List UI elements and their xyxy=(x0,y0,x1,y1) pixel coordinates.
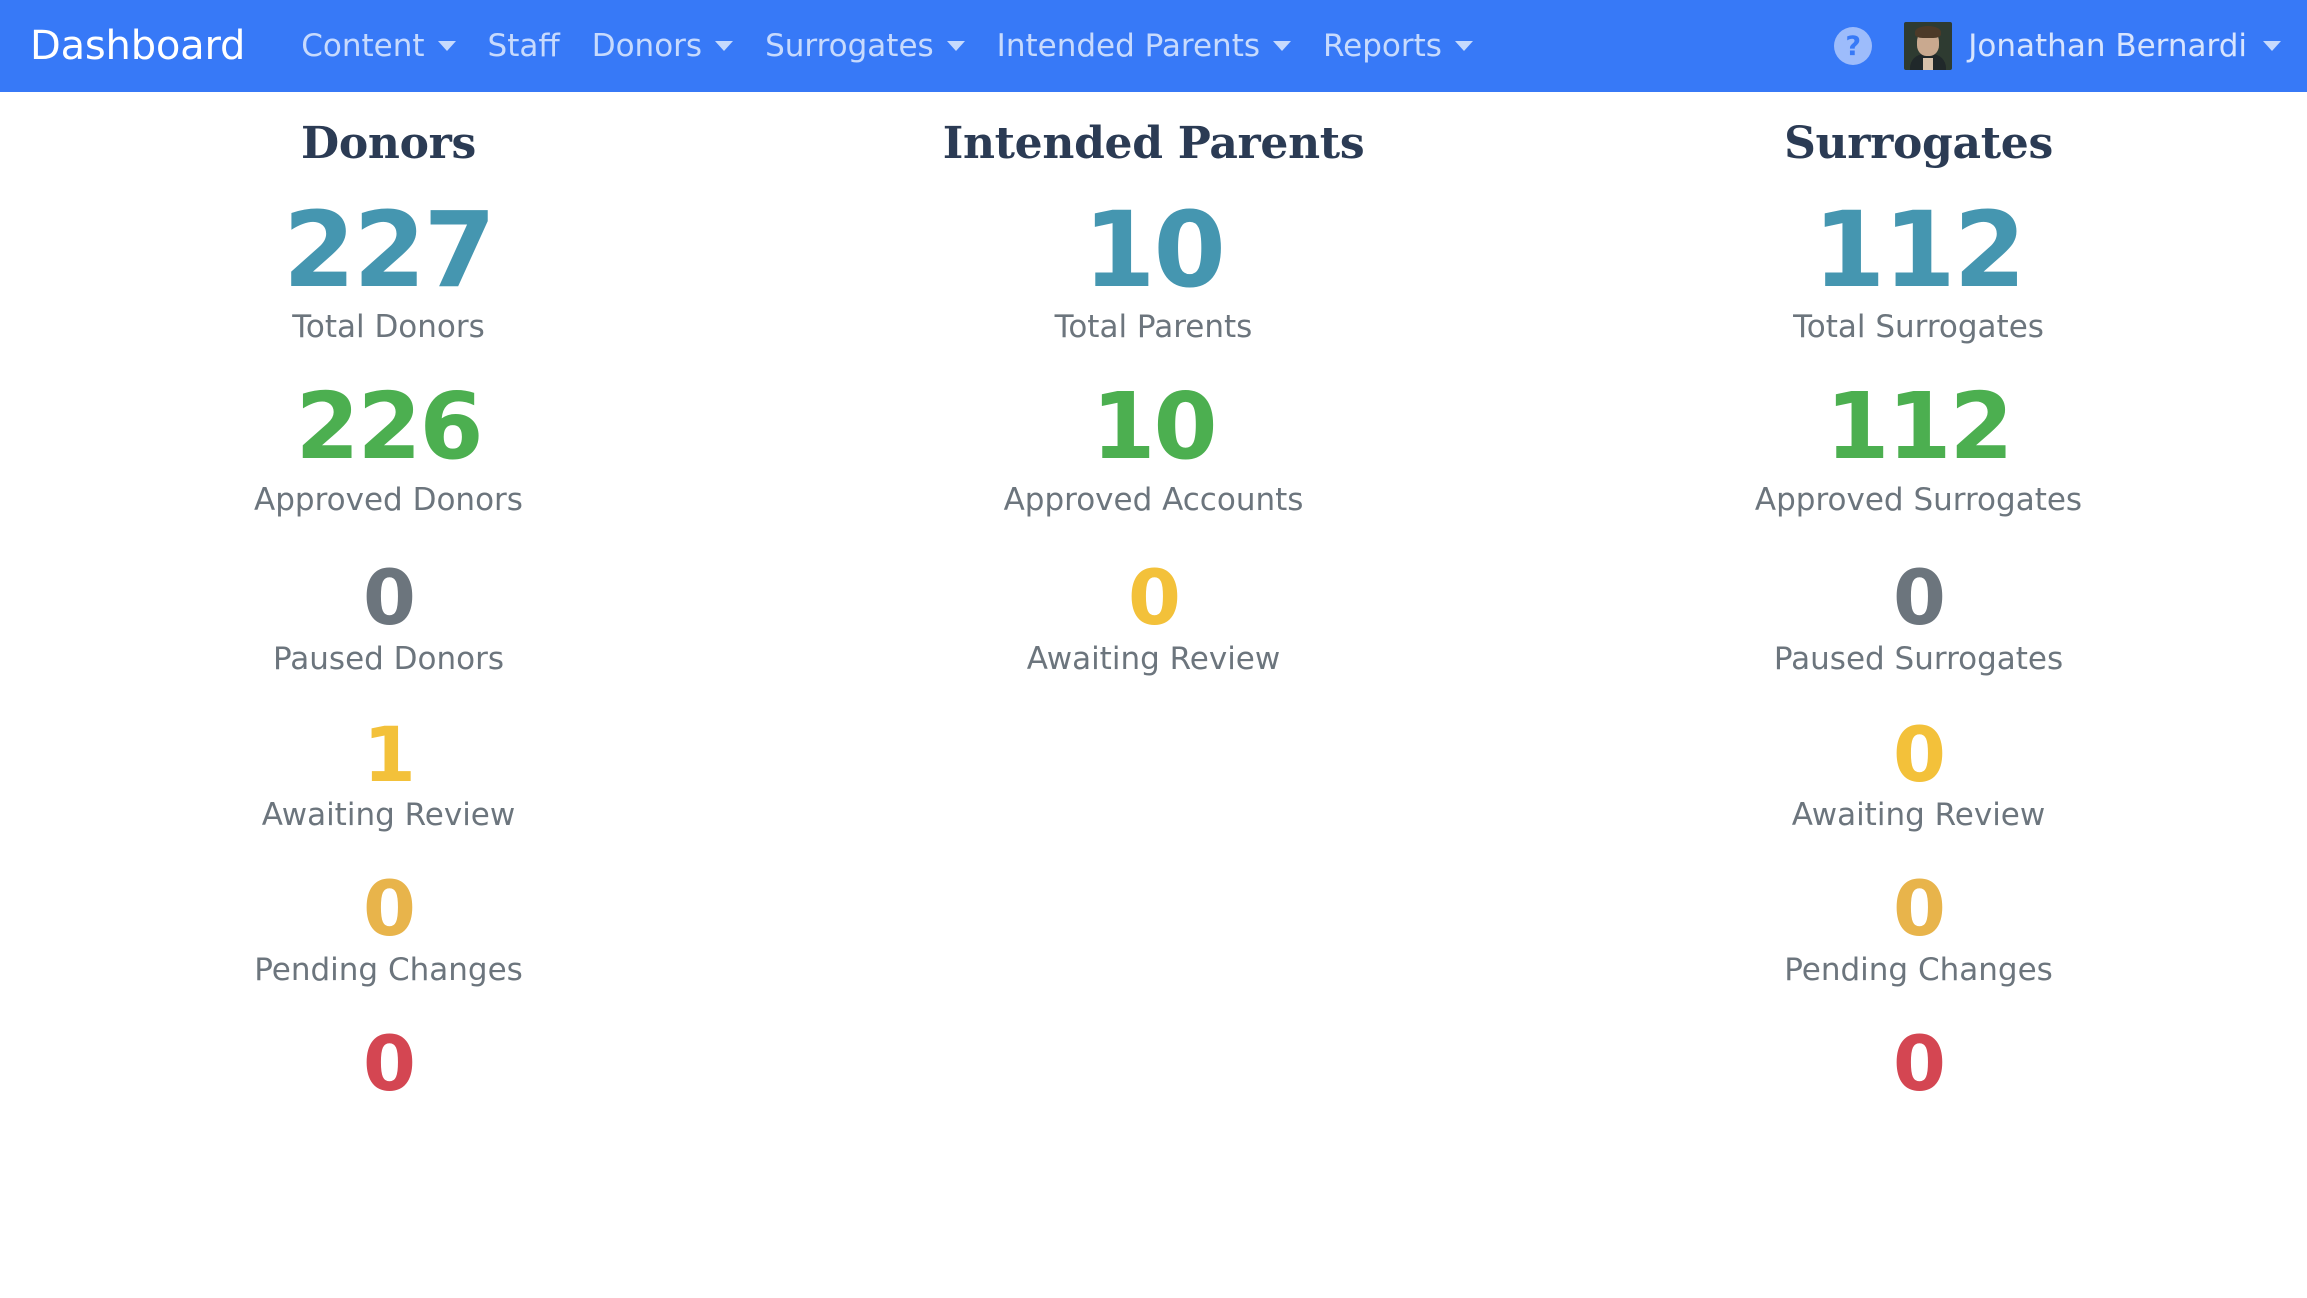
metric-pending-changes-surrogates[interactable]: 0 Pending Changes xyxy=(1536,870,2301,989)
metric-awaiting-review-surrogates[interactable]: 0 Awaiting Review xyxy=(1536,716,2301,835)
metric-paused-donors[interactable]: 0 Paused Donors xyxy=(6,559,771,678)
metric-label: Pending Changes xyxy=(6,952,771,989)
nav-item-surrogates[interactable]: Surrogates xyxy=(749,31,981,62)
metric-value: 0 xyxy=(1536,870,2301,948)
metric-label: Total Surrogates xyxy=(1536,309,2301,346)
nav-item-donors-label: Donors xyxy=(592,31,702,62)
metric-label: Total Parents xyxy=(771,309,1536,346)
nav-item-content-label: Content xyxy=(301,31,424,62)
nav-item-reports-label: Reports xyxy=(1323,31,1442,62)
stat-column-donors: Donors 227 Total Donors 226 Approved Don… xyxy=(6,92,771,1103)
metric-flagged-donors[interactable]: 0 xyxy=(6,1025,771,1103)
top-navbar: Dashboard Content Staff Donors Surrogate… xyxy=(0,0,2307,92)
metric-approved-accounts[interactable]: 10 Approved Accounts xyxy=(771,380,1536,519)
metric-label: Paused Donors xyxy=(6,641,771,678)
nav-item-staff[interactable]: Staff xyxy=(472,31,576,62)
navbar-right-cluster: ? Jonathan Bernardi xyxy=(1834,22,2281,70)
metric-label: Total Donors xyxy=(6,309,771,346)
stat-column-surrogates: Surrogates 112 Total Surrogates 112 Appr… xyxy=(1536,92,2301,1103)
metric-label: Awaiting Review xyxy=(771,641,1536,678)
metric-awaiting-review-parents[interactable]: 0 Awaiting Review xyxy=(771,559,1536,678)
metric-label: Approved Donors xyxy=(6,482,771,519)
metric-label: Awaiting Review xyxy=(6,797,771,834)
metric-value: 0 xyxy=(6,870,771,948)
metric-total-donors[interactable]: 227 Total Donors xyxy=(6,197,771,346)
metric-total-surrogates[interactable]: 112 Total Surrogates xyxy=(1536,197,2301,346)
metric-label: Awaiting Review xyxy=(1536,797,2301,834)
help-icon[interactable]: ? xyxy=(1834,27,1872,65)
chevron-down-icon xyxy=(1273,41,1291,51)
chevron-down-icon xyxy=(438,41,456,51)
chevron-down-icon xyxy=(947,41,965,51)
column-title-surrogates: Surrogates xyxy=(1536,118,2301,171)
metric-label: Approved Accounts xyxy=(771,482,1536,519)
avatar-hair xyxy=(1915,26,1941,38)
metric-awaiting-review-donors[interactable]: 1 Awaiting Review xyxy=(6,716,771,835)
nav-item-surrogates-label: Surrogates xyxy=(765,31,934,62)
chevron-down-icon[interactable] xyxy=(2263,41,2281,51)
avatar-collar xyxy=(1923,58,1933,70)
metric-value: 112 xyxy=(1536,380,2301,474)
stat-column-intended-parents: Intended Parents 10 Total Parents 10 App… xyxy=(771,92,1536,1103)
metric-flagged-surrogates[interactable]: 0 xyxy=(1536,1025,2301,1103)
metric-value: 0 xyxy=(6,1025,771,1103)
metric-value: 10 xyxy=(771,380,1536,474)
metric-label: Pending Changes xyxy=(1536,952,2301,989)
metric-value: 0 xyxy=(771,559,1536,637)
nav-item-staff-label: Staff xyxy=(488,31,560,62)
metric-label: Approved Surrogates xyxy=(1536,482,2301,519)
nav-item-reports[interactable]: Reports xyxy=(1307,31,1489,62)
metric-value: 226 xyxy=(6,380,771,474)
avatar[interactable] xyxy=(1904,22,1952,70)
nav-item-intended-parents-label: Intended Parents xyxy=(997,31,1260,62)
nav-item-content[interactable]: Content xyxy=(285,31,471,62)
metric-value: 0 xyxy=(1536,716,2301,794)
column-title-donors: Donors xyxy=(6,118,771,171)
brand-dashboard-link[interactable]: Dashboard xyxy=(30,26,245,66)
metric-pending-changes-donors[interactable]: 0 Pending Changes xyxy=(6,870,771,989)
metric-value: 10 xyxy=(771,197,1536,303)
chevron-down-icon xyxy=(1455,41,1473,51)
user-menu-label[interactable]: Jonathan Bernardi xyxy=(1968,31,2247,62)
metric-approved-surrogates[interactable]: 112 Approved Surrogates xyxy=(1536,380,2301,519)
metric-paused-surrogates[interactable]: 0 Paused Surrogates xyxy=(1536,559,2301,678)
nav-item-intended-parents[interactable]: Intended Parents xyxy=(981,31,1307,62)
dashboard-stats-grid: Donors 227 Total Donors 226 Approved Don… xyxy=(6,92,2301,1103)
metric-value: 0 xyxy=(1536,559,2301,637)
metric-value: 0 xyxy=(6,559,771,637)
metric-approved-donors[interactable]: 226 Approved Donors xyxy=(6,380,771,519)
metric-label: Paused Surrogates xyxy=(1536,641,2301,678)
metric-value: 112 xyxy=(1536,197,2301,303)
nav-item-donors[interactable]: Donors xyxy=(576,31,749,62)
column-title-intended-parents: Intended Parents xyxy=(771,118,1536,171)
metric-total-parents[interactable]: 10 Total Parents xyxy=(771,197,1536,346)
metric-value: 1 xyxy=(6,716,771,794)
metric-value: 227 xyxy=(6,197,771,303)
metric-value: 0 xyxy=(1536,1025,2301,1103)
primary-nav: Content Staff Donors Surrogates Intended… xyxy=(285,31,1489,62)
chevron-down-icon xyxy=(715,41,733,51)
